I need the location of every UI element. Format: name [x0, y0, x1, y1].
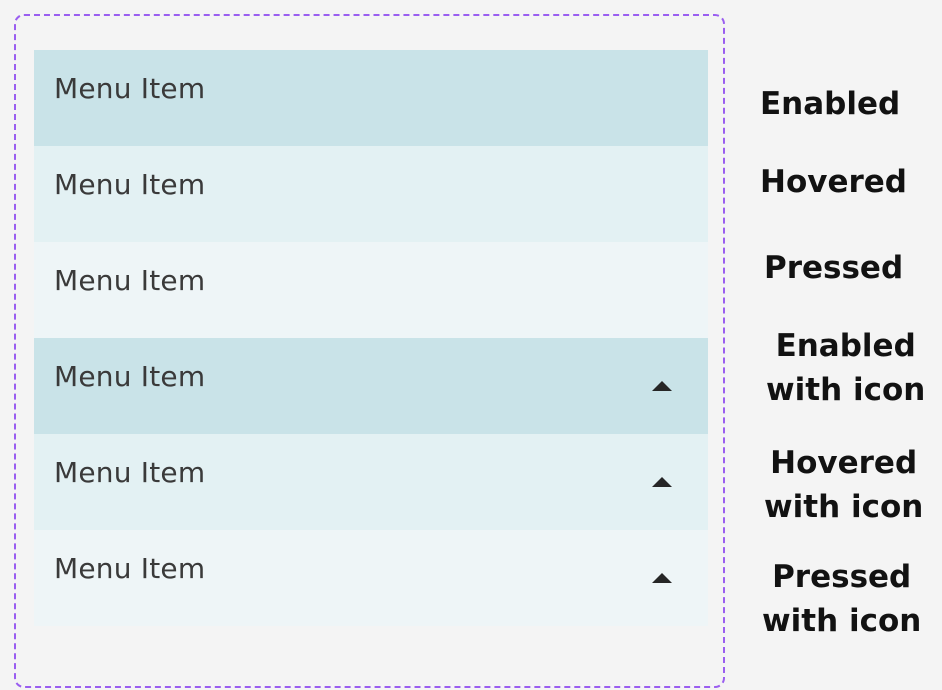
menu-item-pressed-with-icon[interactable]: Menu Item	[34, 530, 708, 626]
menu-item-label: Menu Item	[54, 72, 206, 105]
menu-list: Menu Item Menu Item Menu Item Menu Item …	[34, 50, 708, 626]
menu-item-label: Menu Item	[54, 168, 206, 201]
menu-item-enabled-with-icon[interactable]: Menu Item	[34, 338, 708, 434]
menu-item-label: Menu Item	[54, 360, 206, 393]
state-label-hovered: Hovered	[760, 164, 907, 200]
state-label-pressed: Pressed	[764, 250, 904, 286]
state-label-enabled-with-icon: Enabled with icon	[766, 328, 926, 408]
menu-item-label: Menu Item	[54, 552, 206, 585]
menu-item-enabled[interactable]: Menu Item	[34, 50, 708, 146]
state-label-hovered-with-icon: Hovered with icon	[764, 445, 924, 525]
menu-item-label: Menu Item	[54, 264, 206, 297]
state-label-enabled: Enabled	[760, 86, 901, 122]
state-label-pressed-with-icon: Pressed with icon	[762, 559, 922, 639]
arrow-up-icon	[652, 573, 672, 583]
menu-item-hovered[interactable]: Menu Item	[34, 146, 708, 242]
arrow-up-icon	[652, 381, 672, 391]
menu-item-pressed[interactable]: Menu Item	[34, 242, 708, 338]
arrow-up-icon	[652, 477, 672, 487]
menu-item-hovered-with-icon[interactable]: Menu Item	[34, 434, 708, 530]
menu-item-label: Menu Item	[54, 456, 206, 489]
